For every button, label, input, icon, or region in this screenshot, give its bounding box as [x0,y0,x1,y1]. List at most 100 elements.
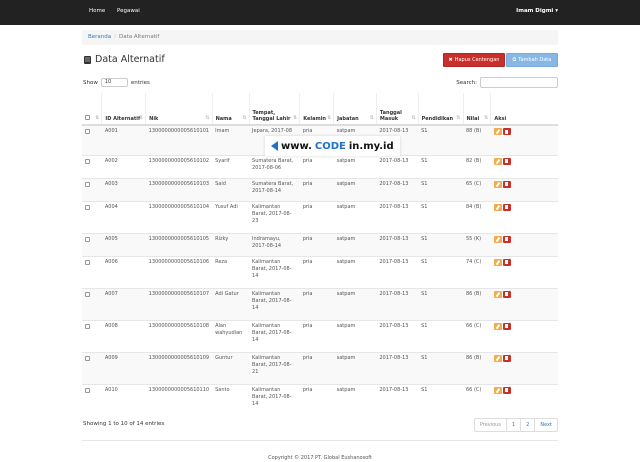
row-checkbox[interactable] [85,291,90,297]
row-select-cell [82,154,102,178]
row-checkbox[interactable] [85,129,90,134]
edit-icon[interactable] [493,235,502,243]
column-header[interactable]: Tanggal Masuk ⇅ [375,93,419,126]
entries-label: entries [130,79,150,86]
column-header[interactable]: ID Alternatif ⇅ [101,93,146,126]
trash-icon[interactable] [502,235,511,243]
watermark-suffix: in.my.id [348,140,394,152]
cell-masuk: 2017-08-13 [376,232,419,256]
column-header[interactable]: Jabatan ⇅ [333,93,377,126]
entries-length-select[interactable]: 10 [100,78,128,87]
hapus-centengan-button[interactable]: ✖ Hapus Centengan [443,53,505,67]
edit-icon[interactable] [493,290,502,298]
row-checkbox[interactable] [85,181,90,187]
column-header[interactable]: Aksi [490,93,558,126]
table-row: A004 1300000000005610104 Yusuf Adi Kalimant… [82,200,558,233]
top-navbar: Home Pegawai Imam Digmi ▾ [0,0,640,25]
cell-nilai: 82 (B) [463,154,491,178]
cell-id: A009 [101,351,146,384]
edit-icon[interactable] [493,258,502,266]
pagination-item[interactable]: Next [534,419,557,431]
user-menu[interactable]: Imam Digmi ▾ [516,8,558,14]
sort-icon: ⇅ [326,115,332,121]
table-row: A006 1300000000005610106 Reza Kalimantan Ba… [82,255,558,288]
trash-icon[interactable] [502,128,511,135]
pagination-item[interactable]: 1 [505,419,520,431]
nav-pegawai-link[interactable]: Pegawai [117,8,140,14]
row-checkbox[interactable] [85,355,90,361]
table-row: A003 1300000000005610103 Said Sumatera Bara… [82,177,558,201]
trash-icon[interactable] [502,157,511,165]
tambah-data-label: Tambah Data [518,57,552,63]
cell-ttl: Kalimantan Barat, 2017-08-23 [249,200,300,233]
cell-nilai: 86 (B) [463,287,491,320]
row-checkbox[interactable] [85,158,90,164]
cell-pendidikan: S1 [418,200,463,233]
cell-nik: 1300000000005610105 [145,232,213,256]
cell-pendidikan: S1 [418,154,463,178]
column-header[interactable]: Pendidikan ⇅ [417,93,463,126]
cell-nama: Reza [212,255,250,288]
table-row: A010 1300000000005610110 Santo Kalimantan B… [82,383,558,416]
cell-id: A005 [101,232,146,256]
breadcrumb-home-link[interactable]: Beranda [88,34,111,40]
trash-icon[interactable] [502,386,511,394]
row-select-cell [82,200,102,233]
cell-kelamin: pria [299,200,334,233]
trash-icon[interactable] [502,354,511,362]
cell-id: A002 [101,154,146,178]
row-checkbox[interactable] [85,236,90,242]
pagination-item[interactable]: Previous [475,419,506,431]
column-header[interactable]: Nama ⇅ [211,93,250,126]
sort-icon: ⇅ [95,115,100,121]
column-header-label: Nik [149,116,159,122]
column-header[interactable]: Tempat, Tanggal Lahir ⇅ [248,93,300,126]
cell-id: A004 [101,200,146,233]
cell-ttl: Kalimantan Barat, 2017-08-14 [249,319,300,352]
edit-icon[interactable] [493,203,502,211]
cell-kelamin: pria [299,177,334,201]
cell-nik: 1300000000005610109 [145,351,213,384]
table-row: A007 1300000000005610107 Adi Gatur Kalimant… [82,287,558,320]
cell-jabatan: satpam [333,154,377,178]
edit-icon[interactable] [493,322,502,330]
column-header[interactable]: Nilai ⇅ [462,93,491,126]
edit-icon[interactable] [493,128,502,135]
column-header[interactable]: Kelamin ⇅ [299,93,334,126]
header-select-all[interactable]: ⇅ [82,93,102,126]
cell-ttl: Kalimantan Barat, 2017-08-14 [249,383,300,416]
column-header-label: Kelamin [303,116,326,122]
watermark-highlight: CODE [314,140,346,152]
edit-icon[interactable] [493,180,502,188]
cell-nik: 1300000000005610108 [145,319,213,352]
trash-icon[interactable] [502,322,511,330]
trash-icon[interactable] [502,180,511,188]
book-icon [84,55,91,64]
cell-actions [490,232,558,256]
cell-nik: 1300000000005610104 [145,200,213,233]
select-all-checkbox[interactable] [85,115,90,120]
cell-nik: 1300000000005610110 [145,383,213,416]
trash-icon[interactable] [502,258,511,266]
trash-icon[interactable] [502,290,511,298]
row-checkbox[interactable] [85,323,90,329]
tambah-data-button[interactable]: ⧉ Tambah Data [506,53,558,67]
cell-masuk: 2017-08-13 [376,154,419,178]
search-input[interactable] [480,77,558,88]
pagination-item[interactable]: 2 [520,419,534,431]
column-header[interactable]: Nik ⇅ [145,93,213,126]
row-select-cell [82,351,102,384]
cell-ttl: Kalimantan Barat, 2017-08-14 [249,255,300,288]
copy-icon: ⧉ [512,57,517,63]
cell-pendidikan: S1 [418,287,463,320]
edit-icon[interactable] [493,386,502,394]
row-checkbox[interactable] [85,204,90,210]
trash-icon[interactable] [502,203,511,211]
show-label: Show [83,79,98,86]
row-checkbox[interactable] [85,259,90,265]
edit-icon[interactable] [493,354,502,362]
row-checkbox[interactable] [85,387,90,393]
nav-home-link[interactable]: Home [89,8,105,14]
cell-id: A008 [101,319,146,352]
edit-icon[interactable] [493,157,502,165]
